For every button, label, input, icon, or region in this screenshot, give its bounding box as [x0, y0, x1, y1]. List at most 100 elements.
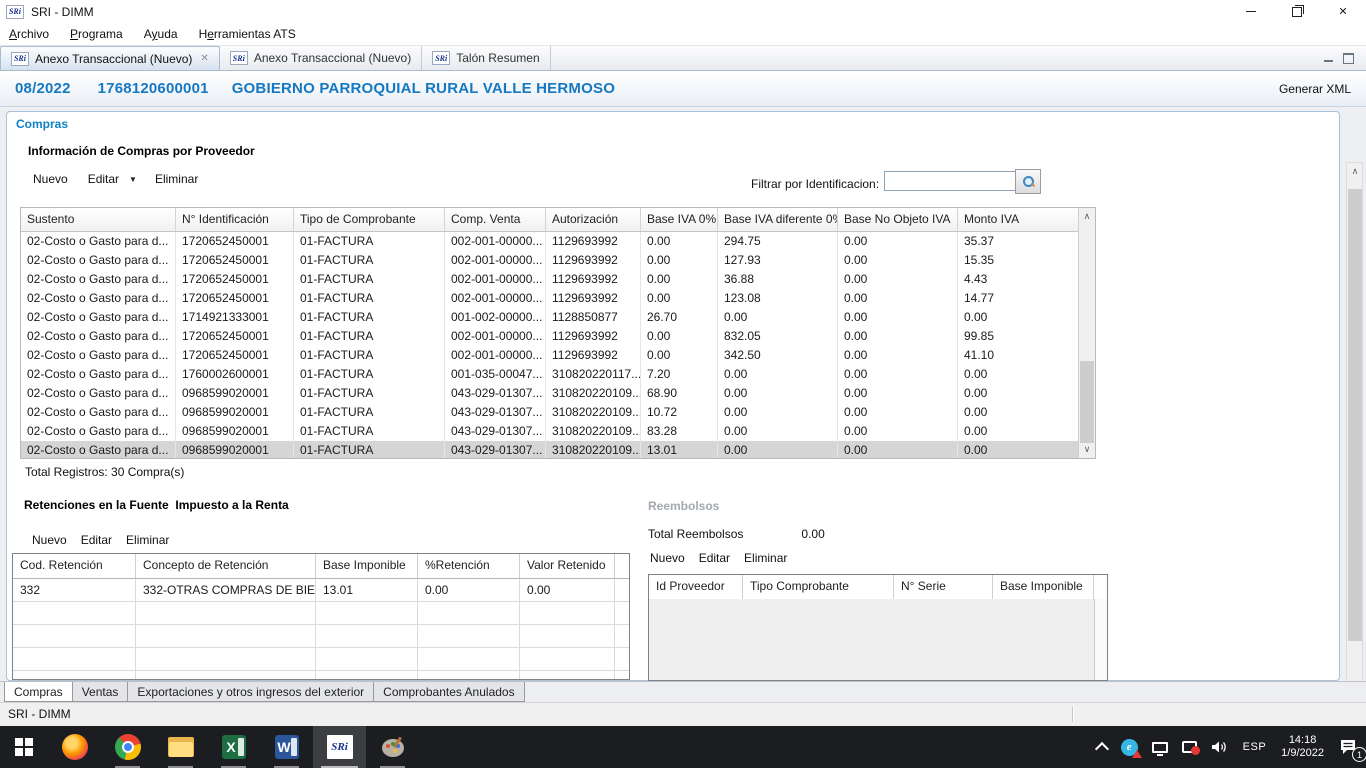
table-row[interactable]: 02-Costo o Gasto para d... 1720652450001…: [21, 232, 1078, 251]
filter-input[interactable]: [884, 171, 1016, 191]
column-header[interactable]: Monto IVA: [958, 208, 1078, 231]
column-header[interactable]: Base Imponible: [316, 554, 418, 578]
taskbar-file-explorer[interactable]: [154, 726, 207, 768]
compras-table: Sustento N° Identificación Tipo de Compr…: [20, 207, 1096, 459]
bottom-tab-ventas[interactable]: Ventas: [72, 682, 129, 702]
table-row[interactable]: 02-Costo o Gasto para d... 0968599020001…: [21, 403, 1078, 422]
status-text: SRI - DIMM: [8, 703, 71, 726]
table-row[interactable]: 02-Costo o Gasto para d... 0968599020001…: [21, 384, 1078, 403]
tab-anexo-transaccional-2[interactable]: SRi Anexo Transaccional (Nuevo): [220, 46, 422, 70]
eset-icon: e: [1121, 739, 1138, 756]
column-header[interactable]: Tipo Comprobante: [743, 575, 894, 599]
retenciones-toolbar: Nuevo Editar Eliminar: [32, 533, 189, 547]
menu-item[interactable]: Herramientas ATS: [199, 27, 296, 41]
bottom-tab-compras[interactable]: Compras: [4, 682, 73, 702]
restore-button[interactable]: [1274, 0, 1320, 23]
bottom-tab-exportaciones[interactable]: Exportaciones y otros ingresos del exter…: [127, 682, 374, 702]
language-indicator[interactable]: ESP: [1236, 726, 1274, 768]
column-header[interactable]: Tipo de Comprobante: [294, 208, 445, 231]
view-minimize-icon[interactable]: [1324, 60, 1333, 62]
sri-dimm-icon: SRi: [327, 735, 353, 759]
column-header[interactable]: Autorización: [546, 208, 641, 231]
scroll-up-icon[interactable]: ∧: [1347, 163, 1363, 180]
table-row[interactable]: 02-Costo o Gasto para d... 1720652450001…: [21, 346, 1078, 365]
compras-table-header: Sustento N° Identificación Tipo de Compr…: [21, 208, 1078, 232]
generate-xml-button[interactable]: Generar XML: [1279, 82, 1351, 96]
column-header[interactable]: Base Imponible: [993, 575, 1094, 599]
scrollbar-thumb[interactable]: [1080, 361, 1094, 443]
eliminar-button[interactable]: Eliminar: [126, 533, 169, 547]
panel-vertical-scrollbar[interactable]: ∧ ∨: [1346, 162, 1363, 703]
column-header[interactable]: Comp. Venta: [445, 208, 546, 231]
editar-button[interactable]: Editar: [81, 533, 112, 547]
menu-item[interactable]: Archivo: [9, 27, 49, 41]
nuevo-button[interactable]: Nuevo: [650, 551, 685, 565]
taskbar-excel[interactable]: X: [207, 726, 260, 768]
column-header[interactable]: Base IVA diferente 0%: [718, 208, 838, 231]
minimize-button[interactable]: [1228, 0, 1274, 23]
window-title: SRI - DIMM: [31, 5, 94, 19]
column-header[interactable]: Base IVA 0%: [641, 208, 718, 231]
empty-row: [13, 602, 629, 625]
tray-volume[interactable]: [1204, 726, 1236, 768]
retenciones-table-header: Cod. Retención Concepto de Retención Bas…: [13, 554, 629, 579]
scroll-down-icon[interactable]: ∨: [1079, 441, 1095, 458]
nuevo-button[interactable]: Nuevo: [32, 533, 67, 547]
taskbar-sri-dimm[interactable]: SRi: [313, 726, 366, 768]
column-header[interactable]: Cod. Retención: [13, 554, 136, 578]
table-row[interactable]: 02-Costo o Gasto para d... 1714921333001…: [21, 308, 1078, 327]
taskbar-chrome[interactable]: [101, 726, 154, 768]
notification-center-button[interactable]: 1: [1332, 726, 1366, 768]
close-button[interactable]: ✕: [1320, 0, 1366, 23]
column-header[interactable]: Valor Retenido: [520, 554, 615, 578]
tab-anexo-transaccional-1[interactable]: SRi Anexo Transaccional (Nuevo) ✕: [0, 46, 220, 70]
table-row[interactable]: 02-Costo o Gasto para d... 1760002600001…: [21, 365, 1078, 384]
column-header[interactable]: N° Identificación: [176, 208, 294, 231]
table-row[interactable]: 02-Costo o Gasto para d... 1720652450001…: [21, 327, 1078, 346]
column-header[interactable]: Base No Objeto IVA: [838, 208, 958, 231]
taskbar-firefox[interactable]: [48, 726, 101, 768]
document-header: 08/2022 1768120600001 GOBIERNO PARROQUIA…: [0, 71, 1366, 107]
table-row[interactable]: 332 332-OTRAS COMPRAS DE BIE... 13.01 0.…: [13, 579, 629, 602]
reembolsos-table: Id Proveedor Tipo Comprobante N° Serie B…: [648, 574, 1108, 681]
clock[interactable]: 14:18 1/9/2022: [1273, 726, 1332, 768]
gimp-icon: [380, 734, 406, 760]
tab-talon-resumen[interactable]: SRi Talón Resumen: [422, 46, 550, 70]
tray-network[interactable]: [1145, 726, 1175, 768]
scrollbar-thumb[interactable]: [1348, 189, 1362, 641]
table-vertical-scrollbar[interactable]: ∧ ∨: [1078, 208, 1095, 458]
column-header[interactable]: %Retención: [418, 554, 520, 578]
empty-row: [13, 671, 629, 680]
bottom-tab-comprobantes-anulados[interactable]: Comprobantes Anulados: [373, 682, 524, 702]
tray-action-center[interactable]: [1175, 726, 1204, 768]
eliminar-button[interactable]: Eliminar: [744, 551, 787, 565]
eliminar-button[interactable]: Eliminar: [155, 172, 198, 186]
table-row[interactable]: 02-Costo o Gasto para d... 1720652450001…: [21, 251, 1078, 270]
scroll-up-icon[interactable]: ∧: [1079, 208, 1095, 225]
tray-eset[interactable]: e: [1114, 726, 1145, 768]
column-header[interactable]: Concepto de Retención: [136, 554, 316, 578]
editar-button[interactable]: Editar: [699, 551, 730, 565]
tray-expand-button[interactable]: [1090, 726, 1114, 768]
taskbar-word[interactable]: W: [260, 726, 313, 768]
editar-dropdown-icon[interactable]: ▼: [129, 175, 137, 184]
column-header[interactable]: Id Proveedor: [649, 575, 743, 599]
table-row[interactable]: 02-Costo o Gasto para d... 0968599020001…: [21, 441, 1078, 459]
notification-count-badge: 1: [1352, 747, 1366, 762]
editar-button[interactable]: Editar: [88, 172, 119, 186]
column-header[interactable]: Sustento: [21, 208, 176, 231]
sri-tab-icon: SRi: [230, 51, 248, 65]
column-header[interactable]: N° Serie: [894, 575, 993, 599]
view-maximize-icon[interactable]: [1343, 53, 1354, 64]
menu-item[interactable]: Ayuda: [144, 27, 178, 41]
table-row[interactable]: 02-Costo o Gasto para d... 0968599020001…: [21, 422, 1078, 441]
taskbar-gimp[interactable]: [366, 726, 419, 768]
menu-item[interactable]: Programa: [70, 27, 123, 41]
table-row[interactable]: 02-Costo o Gasto para d... 1720652450001…: [21, 289, 1078, 308]
tab-close-icon[interactable]: ✕: [200, 53, 208, 64]
nuevo-button[interactable]: Nuevo: [33, 172, 68, 186]
start-button[interactable]: [0, 726, 48, 768]
title-bar: SRi SRI - DIMM ✕: [0, 0, 1366, 23]
table-row[interactable]: 02-Costo o Gasto para d... 1720652450001…: [21, 270, 1078, 289]
filter-search-button[interactable]: [1015, 169, 1041, 194]
